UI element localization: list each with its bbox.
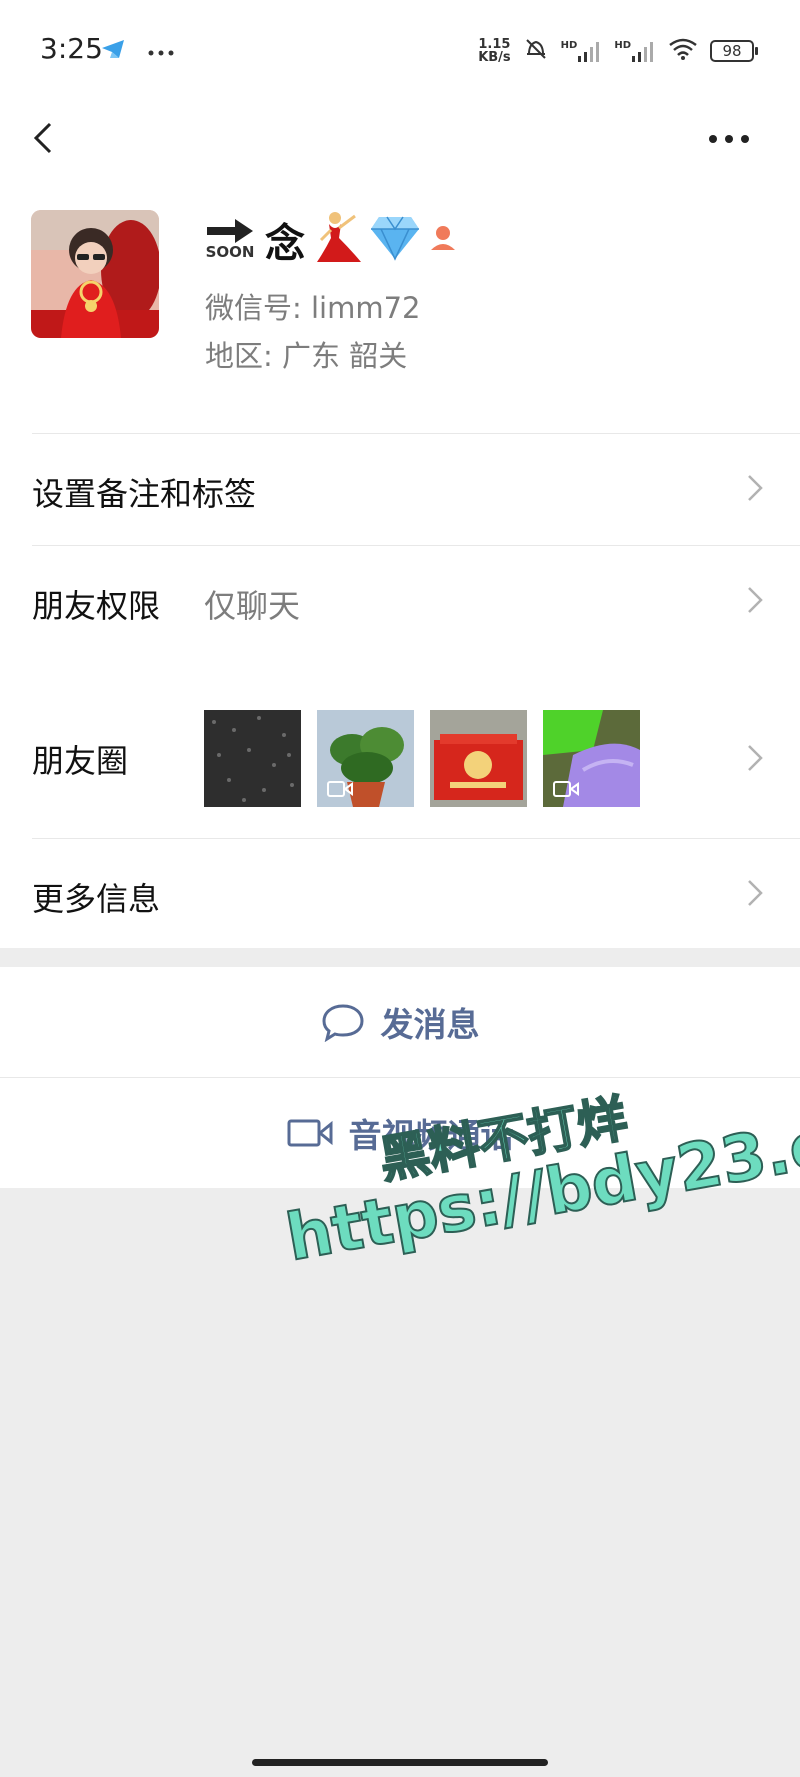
- bell-muted-icon: [523, 36, 549, 66]
- signal-icon: HD: [614, 40, 656, 62]
- more-dots-icon: [148, 42, 174, 61]
- friend-permission-row[interactable]: 朋友权限 仅聊天: [0, 545, 800, 655]
- avatar[interactable]: [31, 210, 159, 338]
- status-left-icons: [100, 38, 174, 64]
- diamond-icon: [369, 215, 421, 265]
- nickname: 念: [265, 221, 305, 267]
- chat-bubble-icon: [321, 1004, 364, 1042]
- signal1-label: HD: [560, 40, 578, 51]
- chevron-right-icon: [748, 587, 763, 613]
- wifi-icon: [668, 37, 698, 65]
- telegram-icon: [100, 38, 126, 64]
- net-speed: 1.15 KB/s: [478, 38, 510, 64]
- chevron-right-icon: [748, 880, 763, 906]
- region: 地区: 广东 韶关: [205, 339, 408, 373]
- back-arrow-icon: [33, 122, 52, 154]
- soon-label: SOON: [205, 243, 255, 261]
- battery-icon: 98: [710, 40, 758, 62]
- send-message-button[interactable]: 发消息: [0, 967, 800, 1077]
- thumbnail-image: [204, 710, 301, 807]
- signal2-label: HD: [614, 40, 631, 51]
- moment-thumbnail[interactable]: [317, 710, 414, 807]
- back-button[interactable]: [26, 110, 66, 166]
- video-icon: [327, 781, 353, 797]
- more-info-row[interactable]: 更多信息: [0, 838, 800, 948]
- divider: [32, 838, 800, 839]
- wechat-id: 微信号: limm72: [205, 291, 421, 325]
- home-indicator[interactable]: [252, 1759, 548, 1766]
- profile-name: SOON 念: [205, 210, 459, 270]
- moments-label: 朋友圈: [32, 742, 129, 780]
- moment-thumbnail[interactable]: [543, 710, 640, 807]
- remark-tags-label: 设置备注和标签: [32, 475, 257, 513]
- divider: [32, 545, 800, 546]
- moments-row[interactable]: 朋友圈: [0, 678, 800, 838]
- divider: [32, 433, 800, 434]
- moments-thumbnails: [204, 710, 640, 807]
- net-speed-unit: KB/s: [478, 50, 511, 65]
- signal-icon: HD: [561, 40, 603, 62]
- friend-permission-label: 朋友权限: [32, 587, 161, 625]
- thumbnail-image: [430, 710, 527, 807]
- send-message-label: 发消息: [380, 1005, 480, 1044]
- chevron-right-icon: [748, 475, 763, 501]
- remark-tags-row[interactable]: 设置备注和标签: [0, 433, 800, 543]
- avatar-image: [31, 210, 159, 338]
- status-time: 3:25: [40, 32, 103, 65]
- status-right: 1.15 KB/s HD HD 98: [478, 36, 758, 66]
- dancer-emoji-icon: [311, 210, 363, 270]
- soon-arrow-emoji: SOON: [205, 219, 255, 261]
- status-bar: 3:25 1.15 KB/s HD HD 98: [0, 0, 800, 100]
- arrow-right-icon: [207, 219, 253, 243]
- moment-thumbnail[interactable]: [204, 710, 301, 807]
- friend-permission-value: 仅聊天: [204, 587, 301, 625]
- more-dots-icon: [709, 135, 749, 143]
- video-icon: [553, 781, 579, 797]
- more-info-label: 更多信息: [32, 880, 161, 918]
- female-gender-icon: [427, 222, 459, 258]
- more-options-button[interactable]: [704, 124, 754, 154]
- moment-thumbnail[interactable]: [430, 710, 527, 807]
- chevron-right-icon: [748, 745, 763, 771]
